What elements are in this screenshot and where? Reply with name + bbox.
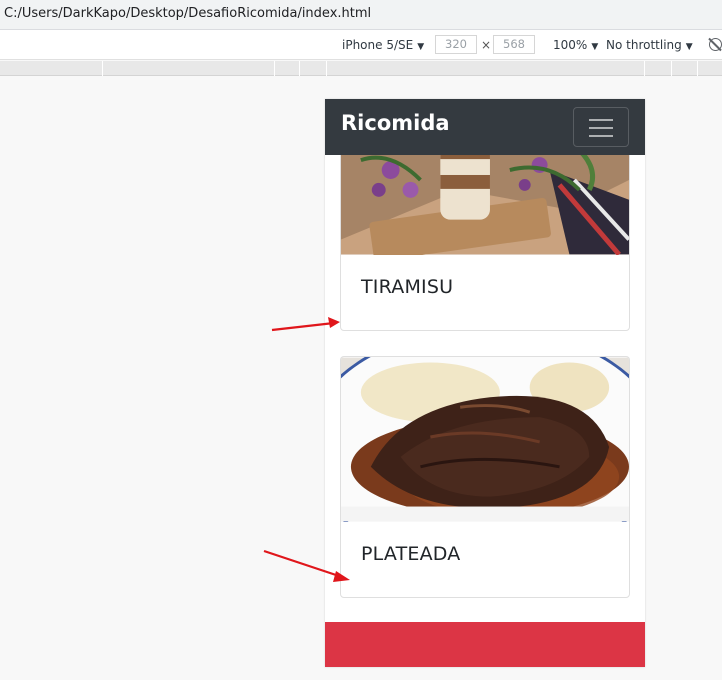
caret-down-icon: ▼ <box>591 42 599 52</box>
device-label: iPhone 5/SE <box>342 38 414 52</box>
caret-down-icon: ▼ <box>417 42 425 52</box>
card-title-tiramisu: TIRAMISU <box>361 276 454 298</box>
times-icon: × <box>481 38 492 52</box>
card-title-plateada: PLATEADA <box>361 543 461 565</box>
address-url[interactable]: C:/Users/DarkKapo/Desktop/DesafioRicomid… <box>4 6 371 21</box>
zoom-label: 100% <box>553 38 588 52</box>
hamburger-icon <box>589 119 613 121</box>
navbar-brand[interactable]: Ricomida <box>341 111 450 135</box>
annotation-arrow-icon <box>271 317 340 332</box>
caret-down-icon: ▼ <box>685 42 693 52</box>
height-input[interactable]: 568 <box>493 35 535 54</box>
navbar: Ricomida <box>325 99 645 155</box>
device-viewport: TIRAMISU PLATEADA Ricomida <box>325 99 645 667</box>
address-bar[interactable]: C:/Users/DarkKapo/Desktop/DesafioRicomid… <box>0 0 722 30</box>
throttling-select[interactable]: No throttling ▼ <box>606 38 693 52</box>
footer <box>325 622 645 667</box>
media-query-ruler[interactable] <box>0 61 722 76</box>
annotation-arrow-icon <box>263 549 350 582</box>
navbar-toggler-button[interactable] <box>573 107 629 147</box>
hamburger-icon <box>589 135 613 137</box>
plateada-image <box>341 357 629 522</box>
hamburger-icon <box>589 127 613 129</box>
zoom-select[interactable]: 100% ▼ <box>553 38 598 52</box>
device-select[interactable]: iPhone 5/SE ▼ <box>342 38 424 52</box>
card-plateada: PLATEADA <box>340 356 630 598</box>
no-sensor-icon[interactable] <box>709 38 722 51</box>
throttling-label: No throttling <box>606 38 682 52</box>
width-input[interactable]: 320 <box>435 35 477 54</box>
device-toolbar: iPhone 5/SE ▼ 320 × 568 100% ▼ No throttli… <box>0 30 722 60</box>
